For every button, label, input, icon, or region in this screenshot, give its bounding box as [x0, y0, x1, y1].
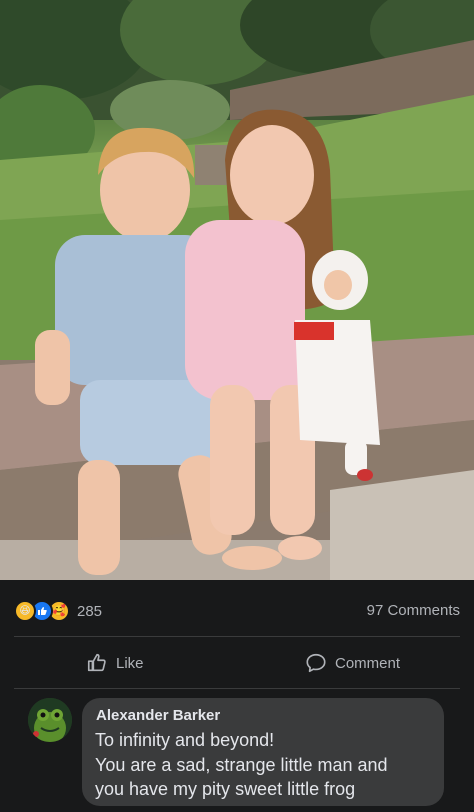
reaction-count: 285	[77, 602, 103, 620]
comments-count-link[interactable]: 97 Comments	[367, 602, 460, 619]
like-button[interactable]: Like	[86, 648, 144, 678]
divider	[14, 688, 460, 689]
comment-label: Comment	[335, 654, 401, 672]
comment-text-line: you have my pity sweet little frog	[95, 779, 356, 799]
comment-text-line: You are a sad, strange little man and	[95, 755, 388, 775]
comment-bubble[interactable]: Alexander Barker To infinity and beyond!…	[82, 698, 444, 806]
post-photo[interactable]	[0, 0, 474, 580]
comment-button[interactable]: Comment	[305, 648, 400, 678]
comment-icon	[306, 653, 326, 673]
reaction-summary[interactable]: 😆 🥰 285	[14, 600, 102, 622]
photo-illustration	[0, 0, 474, 580]
comment-author[interactable]: Alexander Barker	[96, 707, 220, 724]
thumbs-up-icon	[87, 653, 106, 672]
divider	[14, 636, 460, 637]
like-label: Like	[116, 654, 144, 672]
haha-icon: 😆	[14, 600, 36, 622]
frog-avatar-icon	[28, 698, 72, 742]
avatar[interactable]	[28, 698, 72, 742]
comment-text-line: To infinity and beyond!	[95, 730, 275, 750]
